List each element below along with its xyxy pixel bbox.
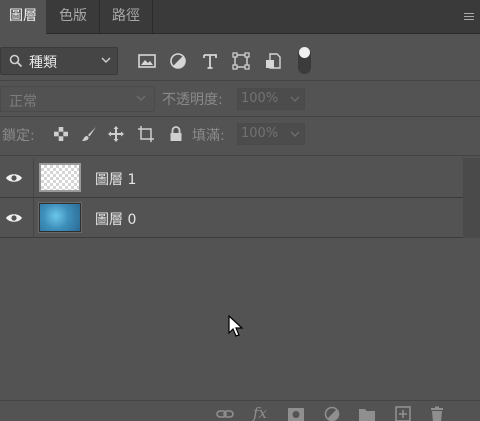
new-adjustment-icon[interactable] (323, 406, 341, 421)
filter-toggle-knob[interactable] (299, 47, 310, 58)
delete-icon[interactable] (428, 406, 446, 421)
new-group-icon[interactable] (358, 406, 376, 421)
blend-mode-label: 正常 (9, 94, 37, 110)
scrollbar[interactable] (463, 158, 480, 238)
shape-filter-icon[interactable] (231, 51, 251, 71)
layers-footer: fx (0, 400, 480, 421)
opacity-dropdown[interactable] (287, 88, 305, 110)
tab-divider (152, 0, 153, 34)
image-filter-icon[interactable] (137, 51, 157, 71)
layer-thumbnail (38, 202, 82, 233)
chevron-down-icon (290, 96, 300, 102)
blend-row: 正常 不透明度: 100% (0, 84, 480, 114)
smart-object-filter-icon[interactable] (263, 51, 283, 71)
fill-label: 填滿: (192, 128, 225, 144)
fill-dropdown[interactable] (287, 123, 305, 145)
divider (0, 155, 480, 156)
lock-artboard-icon[interactable] (137, 125, 155, 143)
type-filter-icon[interactable] (200, 51, 220, 71)
filter-kind-label: 種類 (29, 55, 57, 71)
tab-paths-label: 路徑 (112, 8, 140, 24)
lock-all-icon[interactable] (167, 125, 185, 143)
eye-icon (6, 214, 22, 222)
lock-position-icon[interactable] (107, 125, 125, 143)
search-icon (9, 54, 23, 68)
new-layer-icon[interactable] (394, 406, 412, 421)
opacity-label: 不透明度: (162, 92, 223, 108)
blend-mode-select[interactable]: 正常 (0, 86, 155, 112)
fx-icon[interactable]: fx (253, 404, 267, 421)
tab-layers[interactable]: 圖層 (0, 0, 46, 35)
tab-layers-label: 圖層 (9, 8, 37, 24)
layer-name[interactable]: 圖層 0 (95, 209, 136, 229)
lock-transparent-pixels-icon[interactable] (52, 125, 70, 143)
layer-list: 圖層 1 圖層 0 (0, 158, 463, 400)
lock-row: 鎖定: 填滿: 100% (0, 122, 480, 148)
tab-channels[interactable]: 色版 (47, 0, 99, 34)
chevron-down-icon (101, 57, 111, 63)
tab-channels-label: 色版 (59, 8, 87, 24)
lock-image-pixels-icon[interactable] (80, 125, 98, 143)
filter-kind-select[interactable]: 種類 (0, 47, 118, 75)
divider (0, 80, 480, 81)
tab-paths[interactable]: 路徑 (100, 0, 152, 34)
lock-label: 鎖定: (2, 128, 35, 144)
chevron-down-icon (136, 95, 146, 101)
opacity-input[interactable]: 100% (237, 88, 287, 110)
adjustment-filter-icon[interactable] (168, 51, 188, 71)
panel-tab-bar: 圖層 色版 路徑 (0, 0, 480, 35)
layer-row[interactable]: 圖層 1 (0, 158, 463, 198)
chevron-down-icon (290, 131, 300, 137)
link-layers-icon[interactable] (216, 406, 234, 421)
visibility-toggle[interactable] (0, 158, 34, 198)
mouse-cursor-icon (228, 315, 244, 337)
fill-input[interactable]: 100% (237, 123, 287, 145)
panel-menu-icon[interactable] (464, 13, 474, 21)
layer-filter-row: 種類 (0, 44, 480, 78)
layer-name[interactable]: 圖層 1 (95, 169, 136, 189)
layer-thumbnail (39, 163, 81, 192)
add-mask-icon[interactable] (287, 406, 305, 421)
visibility-toggle[interactable] (0, 198, 34, 238)
divider (0, 116, 480, 117)
layer-row[interactable]: 圖層 0 (0, 198, 463, 238)
eye-icon (6, 174, 22, 182)
